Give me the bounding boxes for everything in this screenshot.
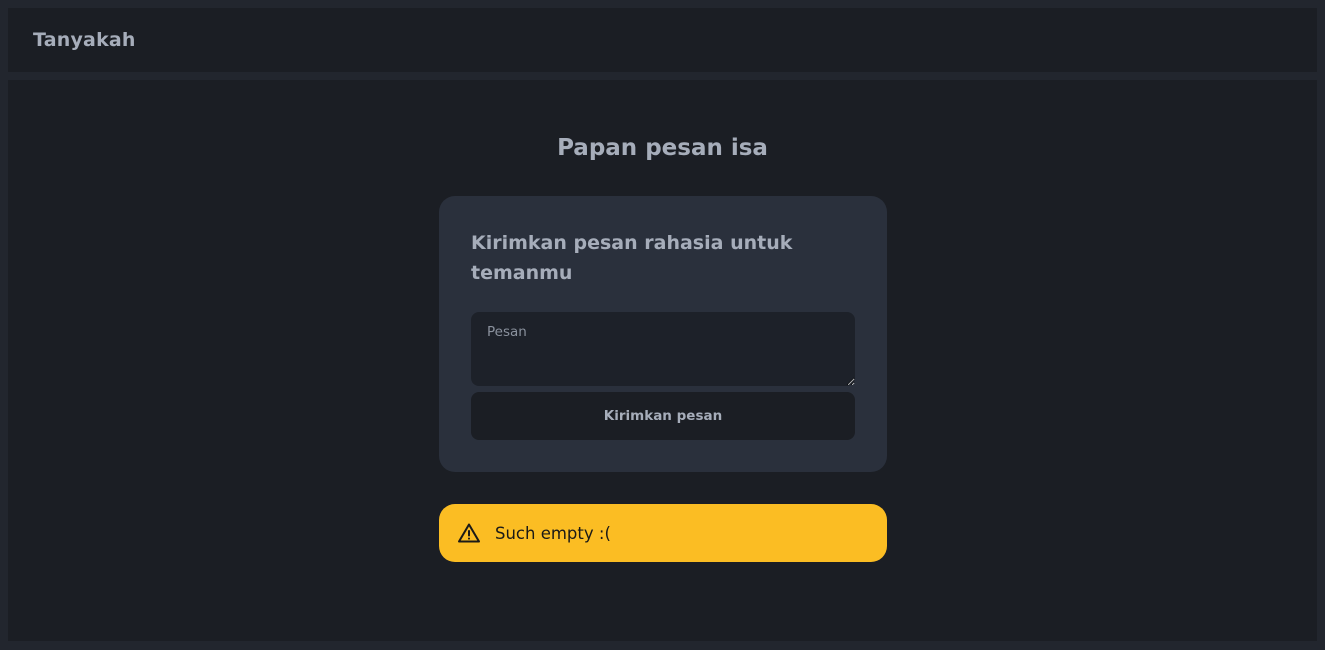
- main-content: Papan pesan isa Kirimkan pesan rahasia u…: [8, 80, 1317, 641]
- navbar: Tanyakah: [8, 8, 1317, 72]
- send-message-button[interactable]: Kirimkan pesan: [471, 392, 855, 440]
- warning-icon: [457, 521, 481, 545]
- brand-title[interactable]: Tanyakah: [33, 29, 136, 51]
- page-title: Papan pesan isa: [557, 135, 768, 161]
- empty-alert: Such empty :(: [439, 504, 887, 562]
- alert-text: Such empty :(: [495, 523, 611, 543]
- message-form-card: Kirimkan pesan rahasia untuk temanmu Kir…: [439, 196, 887, 472]
- card-title: Kirimkan pesan rahasia untuk temanmu: [471, 232, 793, 284]
- message-input[interactable]: [471, 312, 855, 386]
